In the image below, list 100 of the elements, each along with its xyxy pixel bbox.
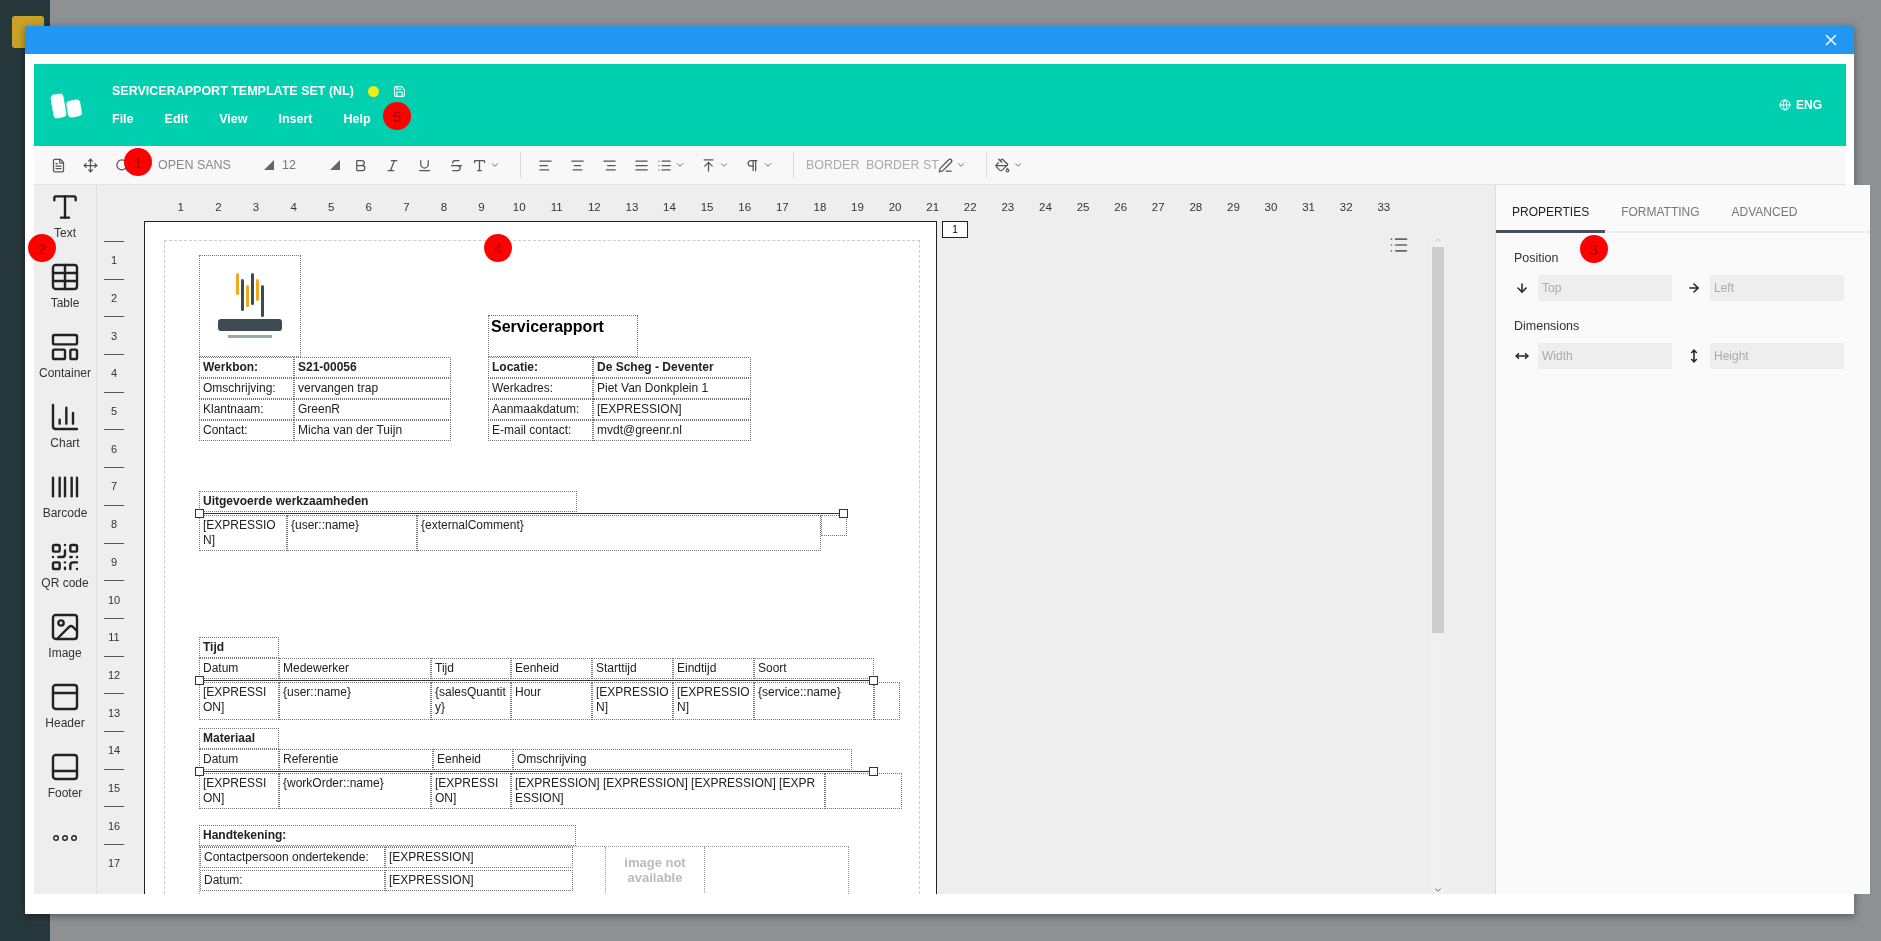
caret-icon[interactable] — [763, 160, 773, 170]
resize-handle[interactable] — [869, 767, 878, 776]
panel-tab[interactable]: FORMATTING — [1605, 193, 1716, 233]
text-color-icon[interactable] — [472, 157, 487, 173]
tool-item[interactable]: Container — [39, 331, 91, 401]
move-icon[interactable] — [82, 157, 98, 173]
document-icon[interactable] — [50, 157, 66, 173]
list-view-icon[interactable] — [1389, 235, 1409, 255]
panel-tab[interactable]: PROPERTIES — [1496, 193, 1606, 233]
ruler-number: 1 — [104, 241, 124, 279]
fill-color-icon[interactable] — [995, 157, 1010, 173]
table-cell: De Scheg - Deventer — [593, 357, 751, 378]
table-cell: [EXPRESSION] [EXPRESSION] [EXPRESSION] [EXPRESSION] — [511, 773, 825, 809]
font-selector[interactable]: OPEN SANS — [154, 158, 278, 172]
group-label: Dimensions — [1514, 319, 1581, 333]
caret-icon[interactable] — [956, 160, 966, 170]
resize-handle[interactable] — [195, 767, 204, 776]
vertical-align-icon[interactable] — [701, 157, 716, 173]
pen-icon[interactable] — [938, 157, 953, 173]
container-icon — [49, 331, 81, 363]
table-cell: Datum: — [200, 870, 385, 891]
tool-item[interactable]: Chart — [49, 401, 81, 471]
dropdown-corner-icon[interactable] — [264, 160, 274, 170]
column-header: Omschrijving — [513, 749, 852, 770]
ruler-number: 29 — [1226, 201, 1241, 213]
ruler-number: 7 — [402, 201, 411, 213]
ruler-number: 12 — [586, 201, 602, 213]
qr-code-icon — [49, 541, 81, 573]
ruler-number: 11 — [104, 617, 124, 656]
report-title: Servicerapport — [488, 315, 638, 357]
table-cell: vervangen trap — [294, 378, 451, 399]
ruler-number: 14 — [662, 201, 677, 213]
scrollbar-thumb[interactable] — [1432, 247, 1444, 633]
ruler-number: 18 — [812, 201, 828, 213]
tool-item[interactable]: Footer — [47, 751, 83, 821]
table-cell: Piet Van Donkplein 1 — [593, 378, 751, 399]
table-cell: Locatie: — [488, 357, 593, 378]
scroll-down-icon[interactable] — [1433, 885, 1443, 894]
more-icon[interactable] — [53, 835, 77, 841]
ruler-number: 21 — [925, 201, 941, 213]
table-cell: Omschrijving: — [199, 378, 294, 399]
panel-tab[interactable]: ADVANCED — [1715, 193, 1814, 233]
ruler-number: 12 — [104, 655, 124, 694]
paragraph-icon[interactable] — [745, 157, 760, 173]
ruler-number: 17 — [104, 844, 124, 882]
tool-item[interactable]: Table — [49, 261, 81, 331]
section-title: Uitgevoerde werkzaamheden — [199, 491, 577, 512]
ruler-number: 3 — [104, 316, 124, 355]
image-placeholder-text: image not available — [623, 855, 687, 887]
underline-icon[interactable] — [416, 157, 432, 173]
caret-icon[interactable] — [675, 160, 685, 170]
section-title: Handtekening: — [199, 825, 576, 846]
resize-handle[interactable] — [195, 509, 204, 518]
input-field[interactable]: Left — [1710, 275, 1844, 301]
tool-label: QR code — [41, 576, 89, 590]
italic-icon[interactable] — [384, 157, 400, 173]
ruler-number: 28 — [1188, 201, 1204, 213]
globe-icon — [1779, 99, 1791, 111]
align-right-icon[interactable] — [601, 157, 617, 173]
ruler-number: 9 — [104, 542, 124, 581]
ruler-number: 31 — [1301, 201, 1316, 213]
table-cell: Aanmaakdatum: — [488, 399, 593, 420]
tool-item[interactable]: Image — [48, 611, 82, 681]
input-field[interactable]: Width — [1538, 343, 1672, 369]
caret-icon[interactable] — [1013, 160, 1023, 170]
align-left-icon[interactable] — [537, 157, 553, 173]
font-size-selector[interactable]: 12 — [278, 158, 344, 172]
header-icon — [49, 681, 81, 713]
input-field[interactable]: Top — [1538, 275, 1672, 301]
table-cell: {user::name} — [279, 682, 431, 720]
input-field[interactable]: Height — [1710, 343, 1844, 369]
line-spacing-icon[interactable] — [657, 157, 672, 173]
table-cell: S21-00056 — [294, 357, 451, 378]
ruler-number: 7 — [104, 467, 124, 505]
tool-item[interactable]: Header — [45, 681, 85, 751]
ruler-number: 4 — [289, 201, 298, 213]
strikethrough-icon[interactable] — [448, 157, 464, 173]
caret-icon[interactable] — [490, 160, 500, 170]
tool-item[interactable]: QR code — [41, 541, 89, 611]
tool-item[interactable]: Barcode — [42, 471, 88, 541]
align-justify-icon[interactable] — [633, 157, 649, 173]
ruler-number: 13 — [104, 693, 124, 731]
align-center-icon[interactable] — [569, 157, 585, 173]
tool-label: Table — [50, 296, 80, 310]
ruler-number: 8 — [104, 504, 124, 543]
column-header: Eindtijd — [673, 658, 754, 679]
tool-label: Text — [54, 226, 76, 240]
page-number: 1 — [942, 221, 968, 238]
resize-handle[interactable] — [869, 676, 878, 685]
document-title: SERVICERAPPORT TEMPLATE SET (NL) — [112, 84, 354, 98]
table-cell: {externalComment} — [417, 515, 821, 551]
table-cell: [EXPRESSION] — [673, 682, 754, 720]
dropdown-corner-icon[interactable] — [330, 160, 340, 170]
ruler-number: 20 — [887, 201, 903, 213]
resize-handle[interactable] — [839, 509, 848, 518]
resize-handle[interactable] — [195, 676, 204, 685]
table-cell: [EXPRESSION] — [385, 870, 573, 891]
ruler-number: 11 — [549, 201, 564, 213]
ruler-number: 25 — [1075, 201, 1091, 213]
caret-icon[interactable] — [719, 160, 729, 170]
